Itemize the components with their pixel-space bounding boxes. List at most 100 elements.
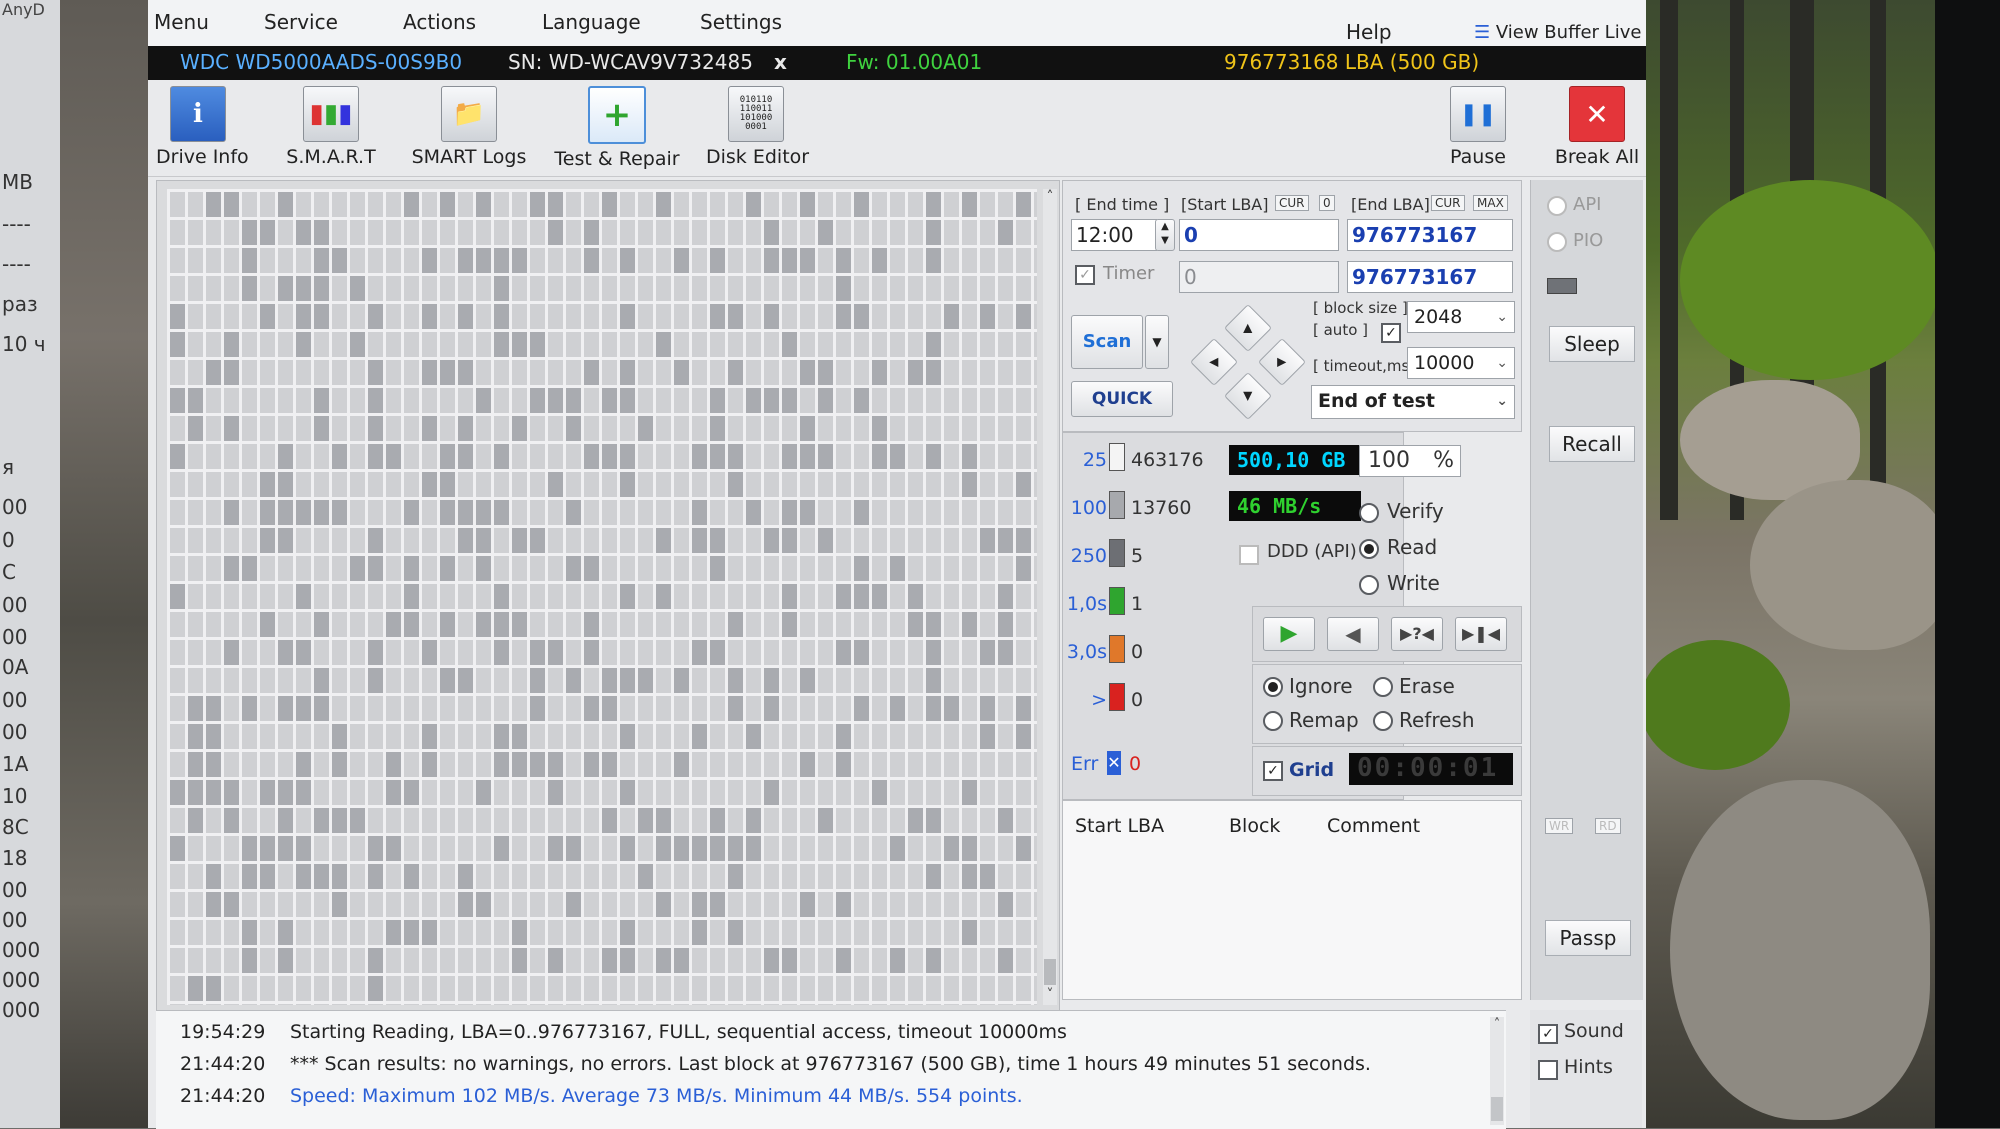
background-app-row: 00 [2,908,28,932]
scrollbar-thumb[interactable] [1044,959,1056,985]
start-lba-cur-button[interactable]: CUR [1275,195,1309,211]
hints-checkbox[interactable] [1538,1060,1558,1080]
pio-radio[interactable] [1547,232,1567,252]
drive-info-button[interactable]: i Drive Info [156,80,249,168]
smart-button[interactable]: ▮ ▮ ▮ S.M.A.R.T [282,80,380,168]
scan-block-cell [368,388,383,413]
close-drive-button[interactable]: x [774,50,787,74]
verify-radio[interactable] [1359,503,1379,523]
menu-help[interactable]: Help [1346,20,1392,44]
scan-block-cell [314,668,329,693]
stat-count: 1 [1131,593,1144,615]
scan-map-scrollbar[interactable]: ˄ ˅ [1043,189,1057,1005]
ddd-api-checkbox[interactable] [1239,545,1259,565]
ignore-radio[interactable] [1263,677,1283,697]
view-buffer-live-link[interactable]: ☰ View Buffer Live [1474,22,1641,43]
start-lba-zero-button[interactable]: 0 [1319,195,1335,211]
column-start-lba[interactable]: Start LBA [1075,815,1164,837]
log-scrollbar[interactable]: ˄ [1490,1017,1504,1125]
arrow-down-icon[interactable]: ▼ [1223,371,1273,421]
disk-editor-button[interactable]: 010110 110011 101000 0001 Disk Editor [706,80,809,168]
play-icon[interactable]: ▶ [1263,617,1315,651]
scan-block-cell [854,192,869,217]
scan-block-cell [296,864,311,889]
end-lba-field[interactable]: 976773167 [1347,219,1513,251]
menu-bar: Menu Service Actions Language Settings H… [148,0,1646,46]
close-icon: ✕ [1569,86,1625,142]
write-radio[interactable] [1359,575,1379,595]
erase-radio[interactable] [1373,677,1393,697]
start-lba-field[interactable]: 0 [1179,219,1339,251]
stat-threshold-label: 100 [1070,497,1107,519]
break-all-button[interactable]: ✕ Break All [1552,80,1642,168]
menu-service[interactable]: Service [264,10,338,34]
scan-block-cell [980,304,995,329]
scan-block-cell [188,976,203,1001]
quick-button[interactable]: QUICK [1071,381,1173,417]
scan-block-cell [926,808,941,833]
timeout-select[interactable]: 10000 ⌄ [1407,347,1515,379]
arrow-right-icon[interactable]: ▶ [1257,337,1307,387]
column-block[interactable]: Block [1229,815,1280,837]
passp-button[interactable]: Passp [1545,920,1631,956]
skip-end-icon[interactable]: ▶❚◀ [1455,617,1507,651]
scan-block-cell [926,360,941,385]
sound-checkbox[interactable]: ✓ [1538,1024,1558,1044]
scan-block-cell [602,192,617,217]
scan-block-cell [746,808,761,833]
sleep-button[interactable]: Sleep [1549,326,1635,362]
smart-logs-button[interactable]: 📁 SMART Logs [410,80,528,168]
rewind-icon[interactable]: ◀ [1327,617,1379,651]
log-message: Starting Reading, LBA=0..976773167, FULL… [290,1021,1067,1043]
end-of-test-select[interactable]: End of test ⌄ [1311,385,1515,419]
log-scroll-up-icon[interactable]: ˄ [1490,1017,1504,1032]
scan-block-cell [746,192,761,217]
scan-block-cell [638,864,653,889]
arrow-up-icon[interactable]: ▲ [1223,303,1273,353]
scan-block-cell [422,304,437,329]
pause-button[interactable]: ❚❚ Pause [1438,80,1518,168]
recall-button[interactable]: Recall [1549,426,1635,462]
scan-block-cell [782,612,797,637]
api-radio[interactable] [1547,196,1567,216]
scan-block-cell [764,668,779,693]
scan-dropdown-button[interactable]: ▼ [1145,315,1169,369]
menu-settings[interactable]: Settings [700,10,782,34]
menu-menu[interactable]: Menu [154,10,209,34]
read-radio[interactable] [1359,539,1379,559]
drive-model[interactable]: WDC WD5000AADS-00S9B0 [180,50,462,74]
arrow-left-icon[interactable]: ◀ [1189,337,1239,387]
remap-radio[interactable] [1263,711,1283,731]
test-repair-button[interactable]: + Test & Repair [552,80,682,170]
log-scrollbar-thumb[interactable] [1491,1097,1503,1121]
read-label: Read [1387,535,1438,559]
scroll-up-icon[interactable]: ˄ [1043,189,1057,205]
scan-block-cell [314,248,329,273]
end-time-field[interactable]: 12:00 [1071,219,1157,251]
scan-block-cell [530,668,545,693]
skip-unknown-icon[interactable]: ▶?◀ [1391,617,1443,651]
menu-language[interactable]: Language [542,10,641,34]
menu-actions[interactable]: Actions [403,10,476,34]
scan-block-cell [962,920,977,945]
refresh-radio[interactable] [1373,711,1393,731]
block-size-select[interactable]: 2048 ⌄ [1407,301,1515,333]
scan-block-cell [296,696,311,721]
column-comment[interactable]: Comment [1327,815,1420,837]
end-time-spinner[interactable]: ▲ ▼ [1155,219,1175,251]
end-lba-max-button[interactable]: MAX [1473,195,1508,211]
scan-block-cell [836,248,851,273]
scroll-down-icon[interactable]: ˅ [1043,987,1057,1003]
scan-block-cell [962,472,977,497]
scan-block-cell [296,220,311,245]
end-lba-cur-button[interactable]: CUR [1431,195,1465,211]
scan-block-cell [602,948,617,973]
timer-checkbox[interactable]: ✓ [1075,265,1095,285]
scan-block-cell [872,584,887,609]
scan-block-cell [458,444,473,469]
scan-block-cell [890,836,905,861]
scan-block-cell [692,892,707,917]
grid-checkbox[interactable]: ✓ [1263,761,1283,781]
auto-block-size-checkbox[interactable]: ✓ [1381,323,1401,343]
scan-button[interactable]: Scan [1071,315,1143,369]
